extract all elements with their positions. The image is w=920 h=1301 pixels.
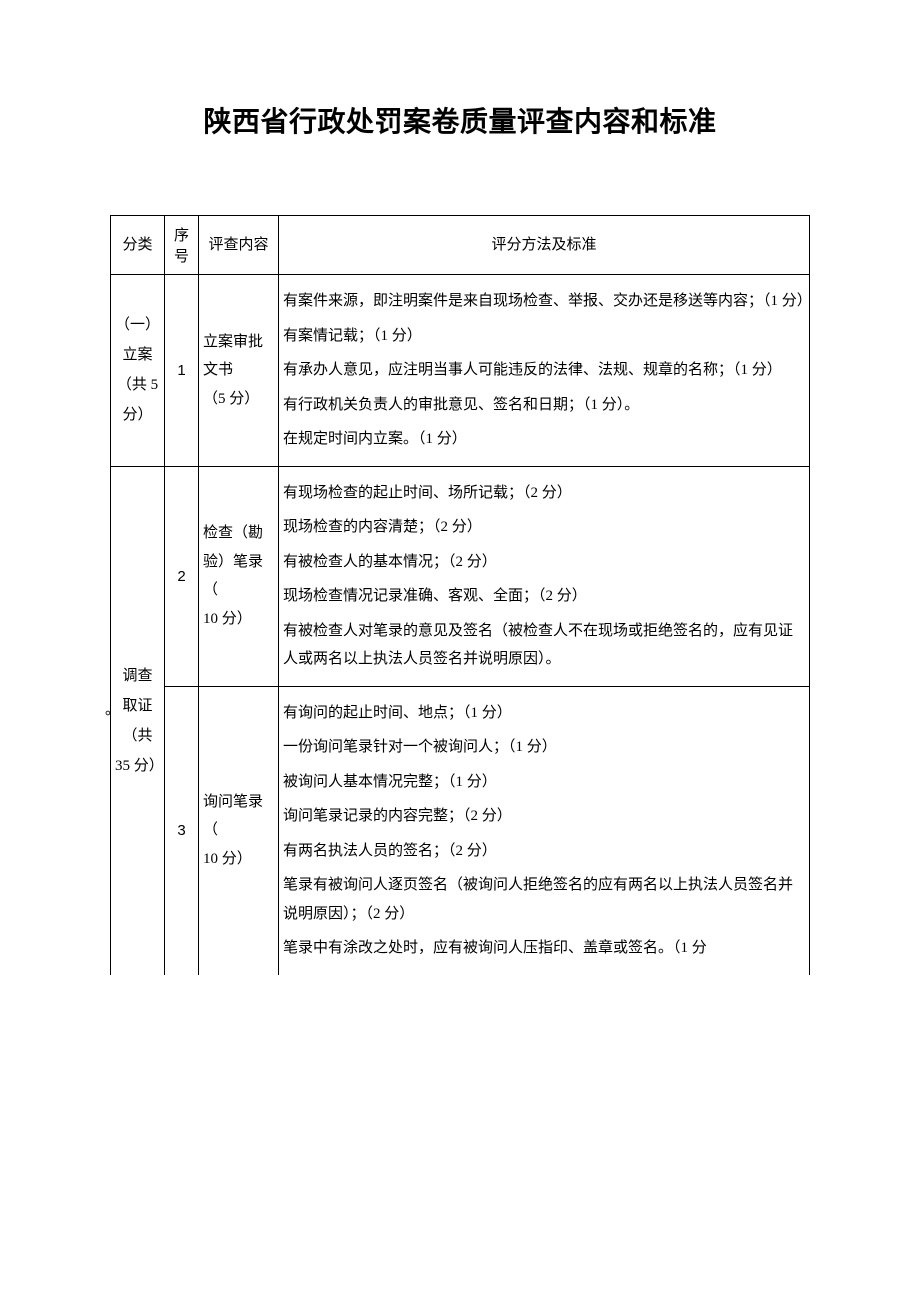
content-cell-2: 检查（勘 验）笔录（ 10 分） [199, 466, 279, 686]
s1-4: 有行政机关负责人的审批意见、签名和日期；（1 分）。 [283, 391, 805, 420]
cat2-l4: 35 分） [115, 751, 160, 781]
category-cell-1: （一） 立案 （共 5 分） [111, 275, 165, 467]
s2-1: 有现场检查的起止时间、场所记载；（2 分） [283, 479, 805, 508]
evaluation-table: 分类 序号 评查内容 评分方法及标准 （一） 立案 （共 5 分） 1 立案审批… [110, 215, 810, 975]
c2-l2: 验）笔录（ [203, 548, 274, 605]
header-standard: 评分方法及标准 [279, 216, 810, 275]
c2-l1: 检查（勘 [203, 519, 274, 548]
cat1-l3: （共 5 [115, 370, 160, 400]
s2-2: 现场检查的内容清楚；（2 分） [283, 513, 805, 542]
s3-4: 询问笔录记录的内容完整；（2 分） [283, 802, 805, 831]
cat2-l2: 取证 [115, 691, 160, 721]
s3-3: 被询问人基本情况完整；（1 分） [283, 768, 805, 797]
category-cell-2: 。 调查 取证 （共 35 分） [111, 466, 165, 975]
header-content: 评查内容 [199, 216, 279, 275]
cat1-l1: （一） [115, 310, 160, 340]
header-category: 分类 [111, 216, 165, 275]
s2-3: 有被检查人的基本情况；（2 分） [283, 548, 805, 577]
table-row: 。 调查 取证 （共 35 分） 2 检查（勘 验）笔录（ 10 分） 有现场检… [111, 466, 810, 686]
index-cell-2: 2 [165, 466, 199, 686]
standard-cell-2: 有现场检查的起止时间、场所记载；（2 分） 现场检查的内容清楚；（2 分） 有被… [279, 466, 810, 686]
standard-cell-1: 有案件来源，即注明案件是来自现场检查、举报、交办还是移送等内容；（1 分） 有案… [279, 275, 810, 467]
s3-1: 有询问的起止时间、地点；（1 分） [283, 699, 805, 728]
s1-1: 有案件来源，即注明案件是来自现场检查、举报、交办还是移送等内容；（1 分） [283, 287, 805, 316]
s1-2: 有案情记载；（1 分） [283, 322, 805, 351]
c2-l3: 10 分） [203, 605, 274, 634]
s3-7: 笔录中有涂改之处时，应有被询问人压指印、盖章或签名。（1 分 [283, 934, 805, 963]
content-cell-3: 询问笔录（ 10 分） [199, 686, 279, 975]
cat2-l3: （共 [115, 721, 160, 751]
s2-4: 现场检查情况记录准确、客观、全面；（2 分） [283, 582, 805, 611]
cat2-l1: 调查 [115, 661, 160, 691]
standard-cell-3: 有询问的起止时间、地点；（1 分） 一份询问笔录针对一个被询问人；（1 分） 被… [279, 686, 810, 975]
c3-l1: 询问笔录（ [203, 788, 274, 845]
s3-5: 有两名执法人员的签名；（2 分） [283, 837, 805, 866]
c1-l1: 立案审批 [203, 328, 274, 357]
c1-l3: （5 分） [203, 385, 274, 414]
s1-5: 在规定时间内立案。（1 分） [283, 425, 805, 454]
c3-l2: 10 分） [203, 845, 274, 874]
index-cell-1: 1 [165, 275, 199, 467]
table-header-row: 分类 序号 评查内容 评分方法及标准 [111, 216, 810, 275]
page-title: 陕西省行政处罚案卷质量评查内容和标准 [110, 100, 810, 140]
s3-2: 一份询问笔录针对一个被询问人；（1 分） [283, 733, 805, 762]
s2-5: 有被检查人对笔录的意见及签名（被检查人不在现场或拒绝签名的，应有见证人或两名以上… [283, 617, 805, 674]
c1-l2: 文书 [203, 356, 274, 385]
cat1-l2: 立案 [115, 340, 160, 370]
table-row: （一） 立案 （共 5 分） 1 立案审批 文书 （5 分） 有案件来源，即注明… [111, 275, 810, 467]
s3-6: 笔录有被询问人逐页签名（被询问人拒绝签名的应有两名以上执法人员签名并说明原因）；… [283, 871, 805, 928]
table-row: 3 询问笔录（ 10 分） 有询问的起止时间、地点；（1 分） 一份询问笔录针对… [111, 686, 810, 975]
header-index: 序号 [165, 216, 199, 275]
s1-3: 有承办人意见，应注明当事人可能违反的法律、法规、规章的名称；（1 分） [283, 356, 805, 385]
stray-dot: 。 [105, 695, 120, 725]
index-cell-3: 3 [165, 686, 199, 975]
content-cell-1: 立案审批 文书 （5 分） [199, 275, 279, 467]
cat1-l4: 分） [115, 400, 160, 430]
